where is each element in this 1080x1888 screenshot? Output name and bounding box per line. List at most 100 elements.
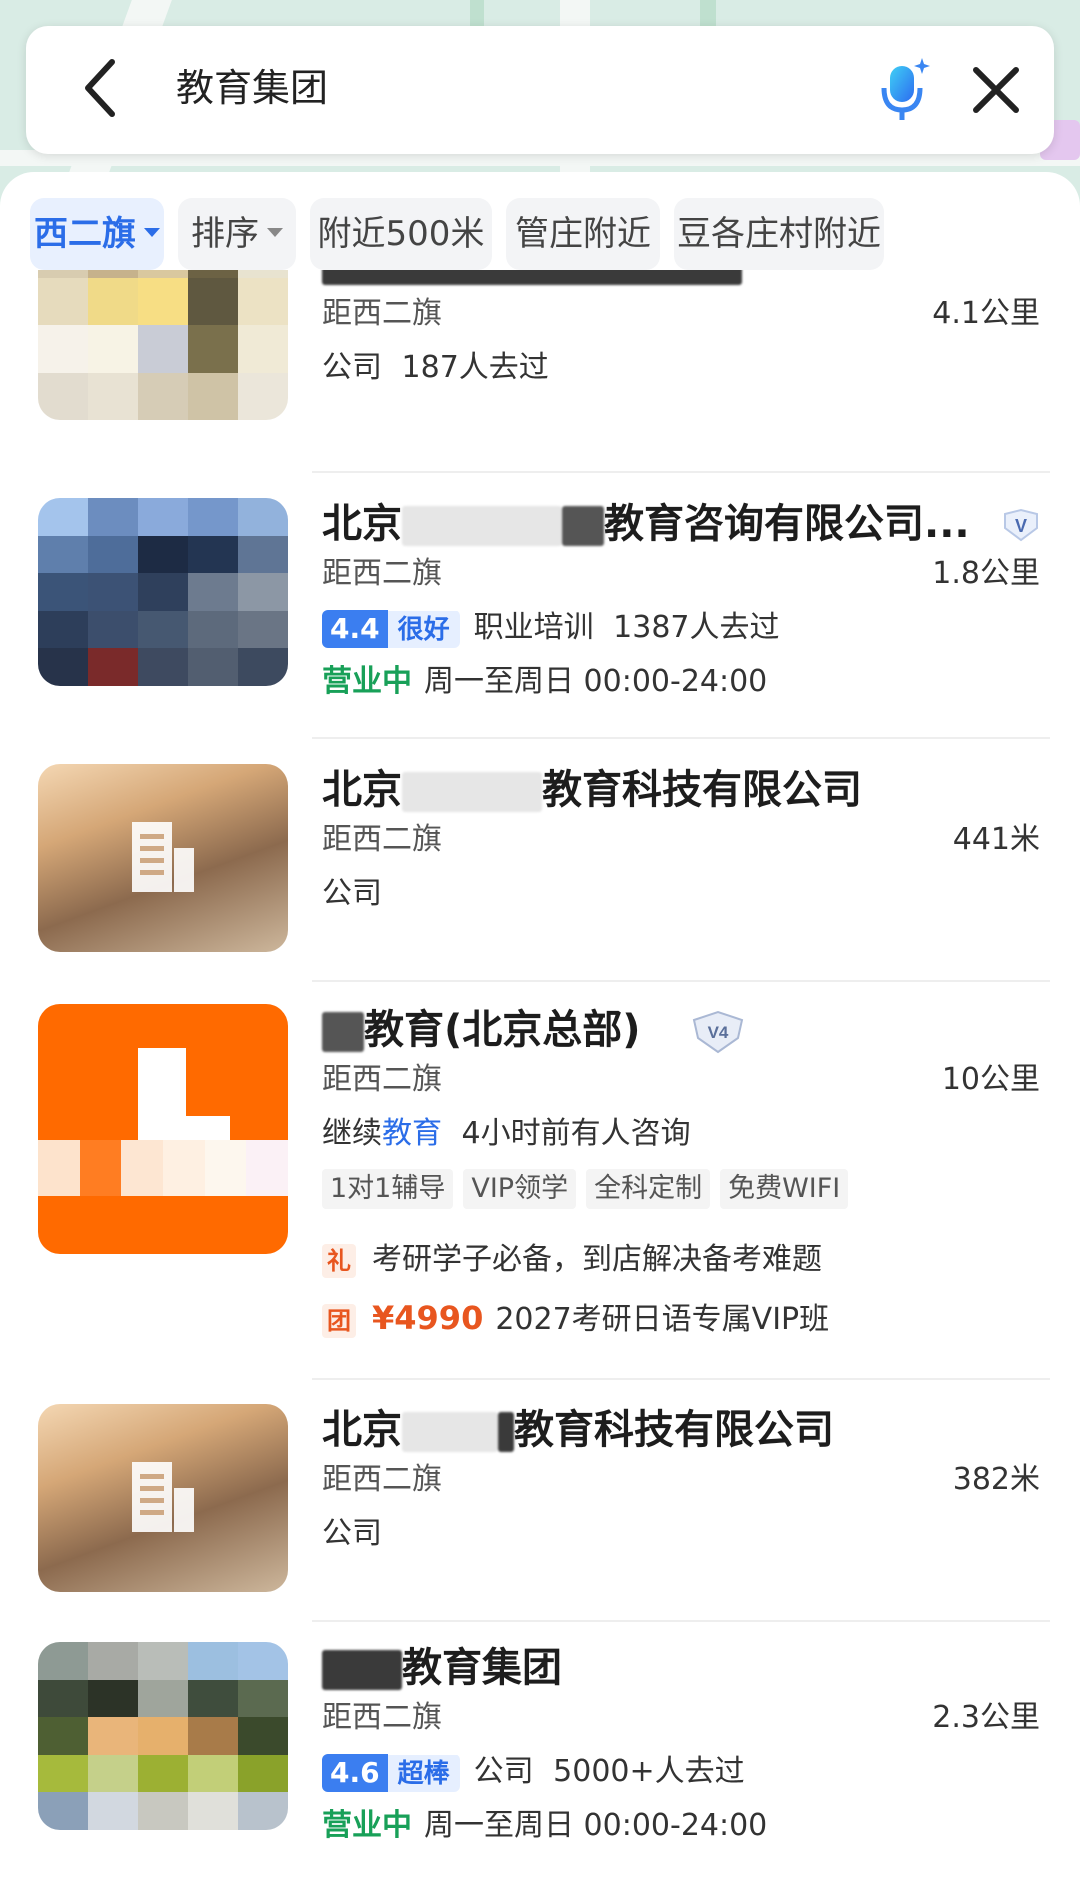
- distance-value: 2.3公里: [932, 1700, 1040, 1735]
- filter-chip-sort[interactable]: 排序: [178, 198, 296, 270]
- open-status: 营业中: [322, 1808, 412, 1843]
- place-photo: [38, 270, 288, 420]
- place-title: 教育集团: [322, 1642, 562, 1694]
- place-meta: 继续教育 4小时前有人咨询: [322, 1114, 691, 1154]
- filter-label: 排序: [191, 214, 259, 254]
- visits-text: 187人去过: [401, 350, 549, 385]
- search-input[interactable]: 教育集团: [176, 62, 328, 114]
- place-meta: 4.4 很好 职业培训 1387人去过: [322, 608, 780, 648]
- visits-text: 1387人去过: [613, 610, 780, 645]
- gift-promo[interactable]: 礼考研学子必备，到店解决备考难题: [322, 1240, 822, 1280]
- visits-text: 5000+人去过: [553, 1754, 745, 1789]
- hours-line: 营业中 周一至周日 00:00-24:00: [322, 1806, 767, 1846]
- divider: [312, 1378, 1050, 1380]
- list-item[interactable]: 北京 教育咨询有限公司... V 距西二旗 1.8公里 4.4 很好 职业培训 138…: [0, 498, 1080, 728]
- place-title: 北京 教育科技有限公司: [322, 1404, 834, 1456]
- category-text: 公司: [322, 1516, 382, 1551]
- rating-score: 4.4: [322, 609, 388, 648]
- group-deal-icon: 团: [322, 1303, 356, 1338]
- category-text: 继续: [322, 1116, 382, 1151]
- building-icon: [132, 1462, 194, 1532]
- open-status: 营业中: [322, 664, 412, 699]
- place-photo: [38, 764, 288, 952]
- rating-word: 超棒: [387, 1754, 460, 1792]
- dropdown-caret-icon: [267, 228, 283, 237]
- v4-badge-text: V4: [708, 1023, 729, 1042]
- category-text: 公司: [322, 876, 382, 911]
- list-item[interactable]: 北京 教育科技有限公司 距西二旗 441米 公司: [0, 764, 1080, 964]
- place-title: 北京 教育科技有限公司: [322, 764, 862, 816]
- verified-v-icon: V: [1004, 508, 1038, 542]
- title-prefix: 北京: [322, 767, 402, 813]
- divider: [312, 471, 1050, 473]
- feature-tag: VIP领学: [463, 1169, 577, 1209]
- results-list: 距西二旗 4.1公里 公司 187人去过 北京 教育咨询有限公司... V 距西二…: [0, 270, 1080, 1888]
- filter-chip-nearby-500m[interactable]: 附近500米: [310, 198, 492, 270]
- brand-logo: [38, 1004, 288, 1254]
- filter-label: 管庄附近: [515, 214, 651, 254]
- gift-text: 考研学子必备，到店解决备考难题: [372, 1242, 822, 1277]
- distance-label: 距西二旗: [322, 296, 442, 331]
- list-item[interactable]: 教育集团 距西二旗 2.3公里 4.6 超棒 公司 5000+人去过 营业中 周一至周…: [0, 1642, 1080, 1882]
- deal-price: ¥4990: [372, 1299, 484, 1337]
- search-bar[interactable]: 教育集团: [26, 26, 1054, 154]
- place-meta: 4.6 超棒 公司 5000+人去过: [322, 1752, 745, 1792]
- list-item[interactable]: 教育(北京总部) V4 距西二旗 10公里 继续教育 4小时前有人咨询 1对1辅…: [0, 1004, 1080, 1384]
- title-suffix: 教育科技有限公司: [542, 767, 862, 813]
- building-icon: [132, 822, 194, 892]
- feature-tag: 全科定制: [586, 1169, 711, 1209]
- hours-line: 营业中 周一至周日 00:00-24:00: [322, 662, 767, 702]
- distance-label: 距西二旗: [322, 556, 442, 591]
- v4-level-icon: V4: [692, 1010, 744, 1054]
- category-text: 职业培训: [473, 610, 594, 645]
- rating-badge: 4.6 超棒: [322, 1753, 460, 1792]
- close-icon[interactable]: [970, 64, 1022, 116]
- feature-tag: 免费WIFI: [720, 1169, 849, 1209]
- rating-score: 4.6: [322, 1753, 388, 1792]
- feature-tags: 1对1辅导 VIP领学 全科定制 免费WIFI: [322, 1168, 858, 1209]
- filter-label: 西二旗: [34, 214, 136, 254]
- filter-label: 附近500米: [317, 214, 485, 254]
- filter-chip-dougezhuang[interactable]: 豆各庄村附近: [674, 198, 884, 270]
- distance-label: 距西二旗: [322, 822, 442, 857]
- filter-chip-location[interactable]: 西二旗: [30, 198, 164, 270]
- distance-value: 382米: [952, 1462, 1040, 1497]
- back-arrow-icon[interactable]: [80, 58, 120, 118]
- rating-badge: 4.4 很好: [322, 609, 460, 648]
- hours-text: 周一至周日 00:00-24:00: [424, 1808, 768, 1843]
- gift-icon: 礼: [322, 1243, 356, 1278]
- title-suffix: 教育科技有限公司: [514, 1407, 834, 1453]
- divider: [312, 980, 1050, 982]
- title-suffix: 教育集团: [402, 1645, 562, 1691]
- distance-label: 距西二旗: [322, 1062, 442, 1097]
- distance-value: 4.1公里: [932, 296, 1040, 331]
- hours-text: 周一至周日 00:00-24:00: [424, 664, 768, 699]
- dropdown-caret-icon: [144, 228, 160, 237]
- title-prefix: 北京: [322, 501, 402, 547]
- list-item[interactable]: 距西二旗 4.1公里 公司 187人去过: [0, 270, 1080, 440]
- voice-assistant-icon[interactable]: [876, 56, 932, 122]
- divider: [312, 737, 1050, 739]
- group-deal[interactable]: 团 ¥4990 2027考研日语专属VIP班: [322, 1298, 829, 1340]
- place-photo: [38, 1642, 288, 1830]
- deal-text: 2027考研日语专属VIP班: [495, 1302, 830, 1337]
- place-photo: [38, 498, 288, 686]
- distance-label: 距西二旗: [322, 1700, 442, 1735]
- place-meta: 公司 187人去过: [322, 348, 549, 388]
- distance-value: 441米: [952, 822, 1040, 857]
- place-title: [322, 270, 742, 294]
- title-suffix: 教育咨询有限公司...: [604, 501, 970, 547]
- list-item[interactable]: 北京 教育科技有限公司 距西二旗 382米 公司: [0, 1404, 1080, 1604]
- filter-bar: 西二旗 排序 附近500米 管庄附近 豆各庄村附近: [30, 198, 1080, 270]
- feature-tag: 1对1辅导: [322, 1169, 454, 1209]
- place-title: 教育(北京总部): [322, 1004, 641, 1056]
- filter-label: 豆各庄村附近: [677, 214, 881, 254]
- divider: [312, 1620, 1050, 1622]
- distance-value: 1.8公里: [932, 556, 1040, 591]
- title-suffix: 教育(北京总部): [364, 1007, 641, 1053]
- category-text: 公司: [322, 350, 382, 385]
- category-text: 公司: [473, 1754, 534, 1789]
- svg-text:V: V: [1015, 516, 1027, 536]
- filter-chip-guanzhuang[interactable]: 管庄附近: [506, 198, 660, 270]
- rating-word: 很好: [387, 610, 460, 648]
